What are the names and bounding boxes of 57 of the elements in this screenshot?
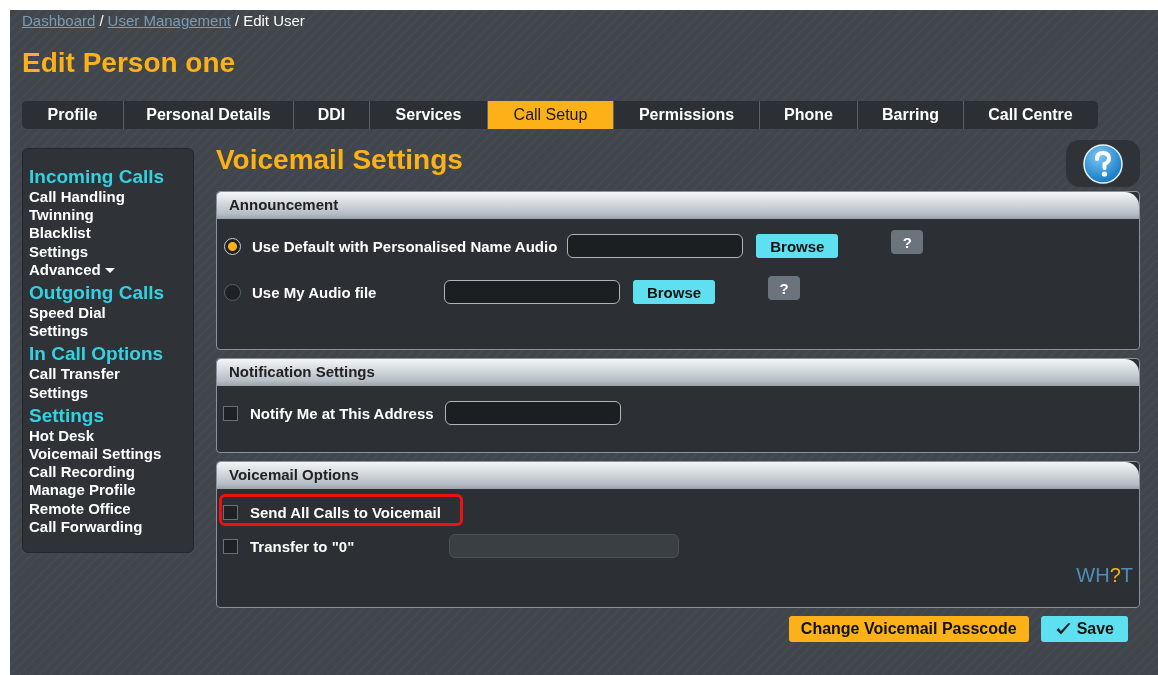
checkbox[interactable] xyxy=(223,538,238,554)
sidebar-item[interactable]: Settings xyxy=(29,383,89,401)
sidebar-item[interactable]: Remote Office xyxy=(29,499,131,517)
panel-header: Notification Settings xyxy=(217,359,1139,386)
panel-header: Announcement xyxy=(217,192,1139,219)
save-button[interactable]: Save xyxy=(1040,616,1128,642)
sidebar-heading[interactable]: Outgoing Calls xyxy=(29,282,187,304)
sidebar-heading[interactable]: Incoming Calls xyxy=(29,166,187,188)
tab[interactable]: Barring xyxy=(858,101,964,129)
checkmark-icon xyxy=(1054,622,1072,636)
sidebar-item[interactable]: Hot Desk xyxy=(29,426,95,444)
option-label: Notify Me at This Address xyxy=(250,404,435,422)
option-label: Transfer to "0" xyxy=(250,537,356,555)
checkbox[interactable] xyxy=(223,405,238,421)
sidebar-item[interactable]: Advanced xyxy=(29,260,101,278)
sidebar-item[interactable]: Voicemail Settings xyxy=(29,445,162,463)
radio-button[interactable] xyxy=(224,283,241,301)
tab[interactable]: Phone xyxy=(760,101,858,129)
help-button[interactable]: ? xyxy=(891,230,924,254)
breadcrumb-separator: / xyxy=(234,12,240,31)
sidebar-item[interactable]: Settings xyxy=(29,242,89,260)
sidebar-heading[interactable]: In Call Options xyxy=(29,343,187,366)
option-label: Send All Calls to Voicemail xyxy=(250,503,441,521)
panel-header: Voicemail Options xyxy=(217,462,1139,489)
sidebar-item[interactable]: Call Transfer xyxy=(29,365,120,383)
tab[interactable]: Call Setup xyxy=(488,101,614,129)
tab[interactable]: Permissions xyxy=(614,101,760,129)
tab[interactable]: Profile xyxy=(22,101,124,129)
help-button[interactable] xyxy=(1066,140,1140,187)
help-icon xyxy=(1083,143,1123,184)
sidebar-heading[interactable]: Settings xyxy=(29,404,187,427)
browse-button[interactable]: Browse xyxy=(756,234,839,258)
sidebar-item[interactable]: Speed Dial xyxy=(29,304,106,321)
sidebar-item[interactable]: Call Recording xyxy=(29,463,135,481)
tab[interactable]: Personal Details xyxy=(124,101,294,129)
sidebar-item[interactable]: Blacklist xyxy=(29,224,91,242)
sidebar-item[interactable]: Call Forwarding xyxy=(29,517,143,535)
breadcrumb-current: Edit User xyxy=(243,12,305,31)
change-passcode-button[interactable]: Change Voicemail Passcode xyxy=(788,616,1029,642)
input-field[interactable] xyxy=(445,401,621,425)
option-label: Use Default with Personalised Name Audio xyxy=(252,237,558,255)
input-field[interactable] xyxy=(444,280,620,304)
sidebar-item[interactable]: Twinning xyxy=(29,206,94,224)
logo: WH?T xyxy=(1076,564,1133,587)
input-field[interactable] xyxy=(567,234,744,258)
section-heading: Voicemail Settings xyxy=(216,143,463,177)
sidebar-item[interactable]: Manage Profile xyxy=(29,481,136,499)
page-title: Edit Person one xyxy=(22,46,237,80)
option-label: Use My Audio file xyxy=(252,283,378,301)
sidebar-item[interactable]: Call Handling xyxy=(29,188,125,205)
help-button[interactable]: ? xyxy=(768,276,800,300)
browse-button[interactable]: Browse xyxy=(633,280,715,304)
breadcrumb-separator: / xyxy=(99,12,104,31)
checkbox[interactable] xyxy=(223,504,238,520)
sidebar-item[interactable]: Settings xyxy=(29,322,89,340)
tab[interactable]: DDI xyxy=(294,101,370,129)
tab[interactable]: Call Centre xyxy=(964,101,1097,129)
